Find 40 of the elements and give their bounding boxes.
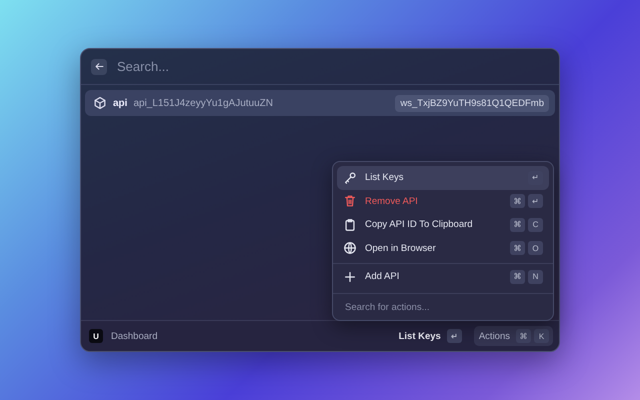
keyboard-key: N [528, 270, 543, 284]
app-logo: U [89, 329, 103, 343]
action-label: Add API [365, 271, 400, 282]
search-field[interactable]: Search... [115, 58, 549, 75]
action-search-field[interactable]: Search for actions... [343, 300, 543, 314]
key-icon [343, 170, 357, 185]
action-label: Copy API ID To Clipboard [365, 219, 474, 230]
item-tag: ws_TxjBZ9YuTH9s81Q1QEDFmb [395, 94, 549, 112]
globe-icon [343, 241, 357, 256]
trash-icon [343, 194, 357, 208]
action-item[interactable]: Copy API ID To Clipboard ⌘ C [337, 213, 549, 236]
action-item[interactable]: Add API ⌘ N [337, 265, 549, 288]
cube-icon [93, 96, 107, 110]
action-item[interactable]: List Keys ↵ [337, 166, 549, 190]
action-label: Open in Browser [365, 242, 437, 254]
back-button[interactable] [91, 58, 107, 74]
arrow-left-icon [94, 61, 104, 72]
keyboard-key: ⌘ [510, 241, 525, 256]
keyboard-key: ↵ [446, 329, 462, 343]
keyboard-key: ⌘ [510, 194, 525, 208]
action-label: Remove API [365, 196, 419, 207]
item-title: api [113, 98, 128, 108]
item-subtitle: api_L151J4zeyyYu1gAJutuuZN [133, 98, 274, 108]
keyboard-key: ⌘ [516, 329, 531, 343]
keyboard-key: ↵ [528, 170, 543, 185]
keyboard-key: ⌘ [510, 270, 525, 284]
clipboard-icon [343, 218, 357, 232]
action-item[interactable]: Remove API ⌘ ↵ [337, 190, 549, 213]
primary-action-button[interactable]: List Keys ↵ [394, 329, 466, 343]
action-label: List Keys [365, 172, 405, 184]
keyboard-key: ↵ [528, 194, 543, 208]
keyboard-key: K [534, 329, 549, 343]
keyboard-key: O [528, 241, 543, 256]
list-item[interactable]: api api_L151J4zeyyYu1gAJutuuZN ws_TxjBZ9YuTH9s81Q1QEDFmb [85, 90, 555, 116]
footer-title: Dashboard [111, 330, 158, 342]
actions-button[interactable]: Actions ⌘ K [474, 326, 553, 346]
keyboard-key: ⌘ [510, 218, 525, 232]
keyboard-key: C [528, 218, 543, 232]
plus-icon [343, 270, 357, 284]
action-item[interactable]: Open in Browser ⌘ O [337, 236, 549, 260]
